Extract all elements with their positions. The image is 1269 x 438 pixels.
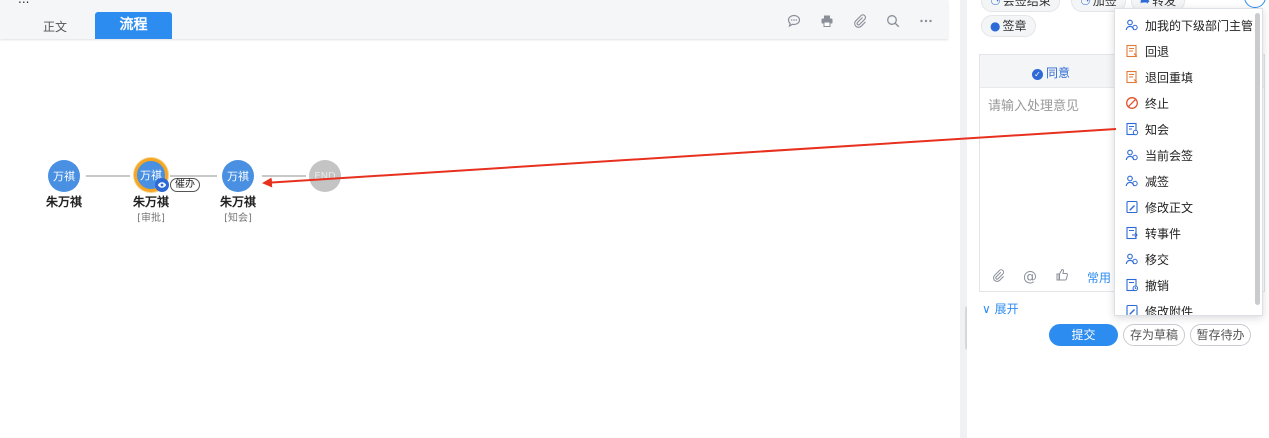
doc-revoke-icon bbox=[1125, 278, 1139, 292]
flow-node-end: END bbox=[309, 160, 341, 192]
submit-button[interactable]: 提交 bbox=[1049, 324, 1118, 346]
menu-item-label: 修改附件 bbox=[1145, 304, 1194, 316]
menu-item-hand-over[interactable]: 移交 bbox=[1115, 246, 1255, 272]
edit-doc-icon bbox=[1125, 200, 1139, 214]
toolbar bbox=[786, 13, 934, 29]
actions-dropdown: 加我的下级部门主管 回退 退回重填 终止 知会 当前会签 减签 修改正文 转事件… bbox=[1114, 8, 1263, 316]
flow-node-name: 朱万祺 bbox=[219, 195, 256, 209]
menu-item-to-event[interactable]: 转事件 bbox=[1115, 220, 1255, 246]
seal-button[interactable]: ● 签章 bbox=[981, 15, 1036, 37]
search-icon[interactable] bbox=[885, 13, 901, 29]
forward-label: 转发 bbox=[1152, 0, 1177, 8]
menu-item-label: 当前会签 bbox=[1145, 148, 1194, 163]
menu-item-remove-sign[interactable]: 减签 bbox=[1115, 168, 1255, 194]
menu-item-label: 转事件 bbox=[1145, 226, 1182, 241]
urge-label: 催办 bbox=[170, 177, 200, 192]
menu-item-label: 移交 bbox=[1145, 252, 1170, 267]
forward-icon: ➦ bbox=[1140, 0, 1151, 8]
users-icon bbox=[1125, 252, 1139, 266]
menu-item-rollback[interactable]: 回退 bbox=[1115, 38, 1255, 64]
flow-node-role: [审批] bbox=[137, 213, 165, 224]
attachment-icon[interactable] bbox=[852, 13, 868, 29]
menu-item-label: 加我的下级部门主管 bbox=[1145, 18, 1254, 33]
flow-node-name: 朱万祺 bbox=[45, 195, 82, 209]
menu-item-label: 退回重填 bbox=[1145, 70, 1194, 85]
menu-item-label: 修改正文 bbox=[1145, 200, 1194, 215]
panel-divider[interactable] bbox=[960, 0, 967, 438]
user-icon: ● bbox=[990, 19, 1001, 33]
seal-label: 签章 bbox=[1002, 19, 1027, 33]
doc-notify-icon bbox=[1125, 122, 1139, 136]
flow-view: ... 正文 流程 bbox=[0, 0, 960, 438]
expand-label: 展开 bbox=[994, 302, 1019, 316]
menu-item-label: 终止 bbox=[1145, 96, 1170, 111]
tab-flow[interactable]: 流程 bbox=[95, 12, 172, 39]
comment-icon[interactable] bbox=[786, 13, 802, 29]
print-icon[interactable] bbox=[819, 13, 835, 29]
users-icon: ⚆ bbox=[1080, 0, 1091, 8]
flow-connector bbox=[86, 175, 130, 177]
eye-icon bbox=[155, 177, 169, 192]
menu-item-notify[interactable]: 知会 bbox=[1115, 116, 1255, 142]
users-icon: ⚆ bbox=[990, 0, 1001, 8]
common-phrases-link[interactable]: 常用 bbox=[1087, 269, 1111, 286]
mention-icon[interactable]: @ bbox=[1023, 269, 1037, 285]
countersign-end-label: 会签结束 bbox=[1002, 0, 1051, 8]
menu-item-terminate[interactable]: 终止 bbox=[1115, 90, 1255, 116]
flow-node-role: [知会] bbox=[224, 213, 252, 224]
double-chevron-down-icon: ∨ bbox=[982, 302, 991, 316]
expand-toggle[interactable]: ∨ 展开 bbox=[982, 300, 1019, 317]
users-icon bbox=[1125, 148, 1139, 162]
attachment-icon[interactable] bbox=[992, 268, 1005, 286]
doc-return-icon bbox=[1125, 70, 1139, 84]
users-icon bbox=[1125, 174, 1139, 188]
menu-item-add-subordinate-manager[interactable]: 加我的下级部门主管 bbox=[1115, 12, 1255, 38]
tab-bar: ... 正文 流程 bbox=[0, 0, 948, 39]
more-icon[interactable] bbox=[918, 13, 934, 29]
flow-connector bbox=[262, 175, 306, 177]
menu-item-current-countersign[interactable]: 当前会签 bbox=[1115, 142, 1255, 168]
menu-scrollbar[interactable] bbox=[1255, 13, 1260, 305]
flow-node-name: 朱万祺 bbox=[132, 195, 169, 209]
menu-item-return-refill[interactable]: 退回重填 bbox=[1115, 64, 1255, 90]
menu-item-label: 撤销 bbox=[1145, 278, 1170, 293]
opinion-input[interactable]: 请输入处理意见 bbox=[988, 95, 1079, 114]
countersign-end-button[interactable]: ⚆ 会签结束 bbox=[981, 0, 1060, 12]
app-window: ... 正文 流程 bbox=[0, 0, 1269, 438]
agree-option[interactable]: ✓ 同意 bbox=[1032, 64, 1070, 81]
tab-body[interactable]: 正文 bbox=[20, 14, 90, 41]
more-circle-button[interactable] bbox=[1244, 0, 1266, 8]
flow-node-avatar[interactable]: 万祺 bbox=[48, 160, 80, 192]
users-icon bbox=[1125, 18, 1139, 32]
menu-item-edit-body[interactable]: 修改正文 bbox=[1115, 194, 1255, 220]
doc-back-icon bbox=[1125, 44, 1139, 58]
menu-item-edit-attachment[interactable]: 修改附件 bbox=[1115, 298, 1255, 316]
urge-badge[interactable]: 催办 bbox=[155, 177, 200, 192]
check-icon: ✓ bbox=[1032, 69, 1043, 80]
save-pending-button[interactable]: 暂存待办 bbox=[1190, 324, 1251, 346]
thumbs-up-icon[interactable] bbox=[1055, 268, 1069, 286]
menu-item-revoke[interactable]: 撤销 bbox=[1115, 272, 1255, 298]
agree-label: 同意 bbox=[1046, 66, 1071, 80]
menu-item-label: 回退 bbox=[1145, 44, 1170, 59]
flow-node-avatar[interactable]: 万祺 bbox=[222, 160, 254, 192]
edit-doc-icon bbox=[1125, 304, 1139, 315]
opinion-toolbar: @ 常用 bbox=[992, 268, 1111, 286]
menu-item-label: 知会 bbox=[1145, 122, 1170, 137]
save-draft-button[interactable]: 存为草稿 bbox=[1123, 324, 1185, 346]
doc-transfer-icon bbox=[1125, 226, 1139, 240]
breadcrumb: ... bbox=[18, 0, 29, 6]
stop-icon bbox=[1125, 96, 1139, 110]
add-sign-label: 加签 bbox=[1092, 0, 1117, 8]
menu-item-label: 减签 bbox=[1145, 174, 1170, 189]
